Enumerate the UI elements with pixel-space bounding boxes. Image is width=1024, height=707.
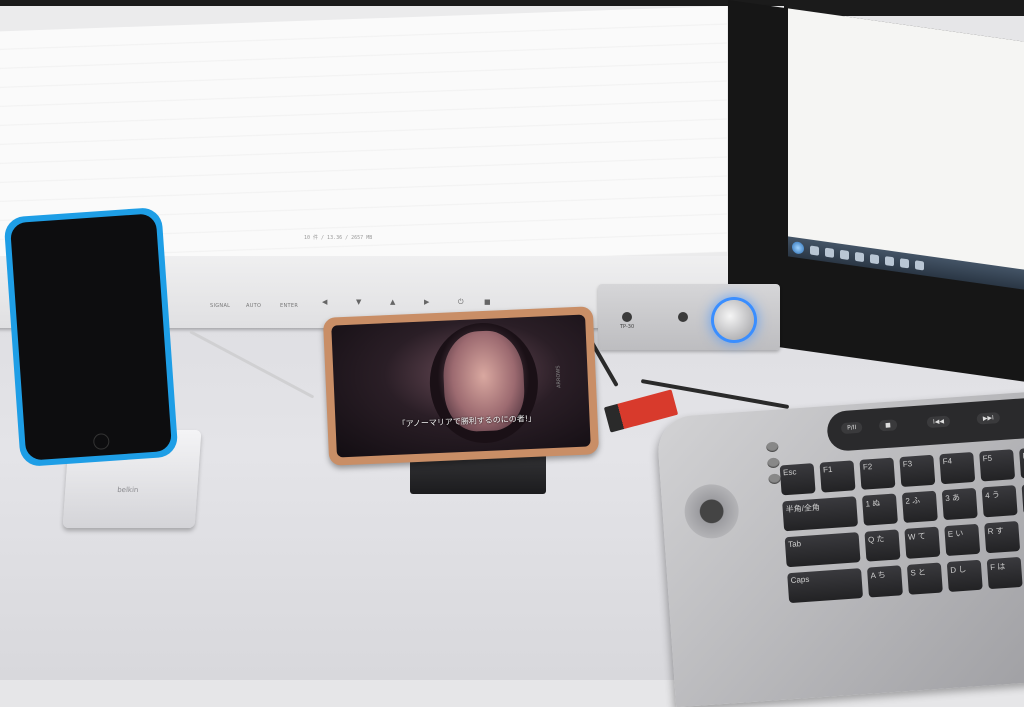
app-icon[interactable] xyxy=(870,253,879,264)
app-icon[interactable] xyxy=(855,251,864,262)
side-button[interactable] xyxy=(765,441,779,453)
video-player-screen: ARROWS 「アノーマリアで勝利するのにの者!」 xyxy=(331,314,591,458)
key[interactable]: F6 xyxy=(1019,446,1024,479)
key[interactable]: S と xyxy=(906,562,943,595)
monitor-down-arrow-icon[interactable]: ▼ xyxy=(356,298,361,306)
monitor-up-arrow-icon[interactable]: ▲ xyxy=(390,298,395,306)
start-orb-icon[interactable] xyxy=(792,240,804,255)
key[interactable]: F は xyxy=(986,556,1023,590)
key[interactable]: F4 xyxy=(939,451,976,485)
key[interactable]: F5 xyxy=(979,449,1016,482)
key[interactable]: E い xyxy=(944,523,981,557)
app-icon[interactable] xyxy=(900,257,909,268)
key[interactable]: Esc xyxy=(779,463,816,496)
key[interactable]: 4 う xyxy=(981,485,1018,518)
app-icon[interactable] xyxy=(915,259,924,271)
folder-icon[interactable] xyxy=(810,245,819,256)
key[interactable]: 1 ぬ xyxy=(861,493,898,526)
key[interactable]: 半角/全角 xyxy=(782,496,859,532)
play-pause-key[interactable]: P/II xyxy=(840,421,863,435)
landscape-phone: ARROWS 「アノーマリアで勝利するのにの者!」 xyxy=(322,306,600,466)
previous-track-key[interactable]: I◀◀ xyxy=(926,415,951,429)
left-monitor-status-text: 10 件 / 13.36 / 2657 MB xyxy=(304,235,373,241)
navigation-disc[interactable] xyxy=(682,482,741,541)
iphone xyxy=(3,206,179,468)
key[interactable]: Tab xyxy=(784,532,861,568)
desk-scene-photo: 10 件 / 13.36 / 2657 MB SIGNAL AUTO ENTER… xyxy=(0,0,1024,707)
next-track-key[interactable]: ▶▶I xyxy=(976,412,1001,425)
key[interactable]: F1 xyxy=(819,460,856,493)
key-grid: Esc F1 F2 F3 F4 F5 F6 F7 半角/全角 1 ぬ 2 ふ 3… xyxy=(779,441,1024,604)
keyboard: P/II ■ I◀◀ ▶▶I Esc F1 F2 F3 F4 F5 F6 F7 … xyxy=(656,388,1024,707)
browser-icon[interactable] xyxy=(825,247,834,258)
monitor-button-auto-label[interactable]: AUTO xyxy=(246,303,261,309)
headphone-amplifier: TP-30 xyxy=(598,284,780,350)
monitor-left-arrow-icon[interactable]: ◀ xyxy=(322,298,327,306)
key[interactable]: 3 あ xyxy=(941,487,978,521)
key[interactable]: Q た xyxy=(864,529,901,562)
amp-jack xyxy=(622,312,632,322)
monitor-power-icon[interactable]: ⏻ xyxy=(458,298,464,307)
app-icon[interactable] xyxy=(885,255,894,266)
dock-brand-label: belkin xyxy=(116,486,139,494)
monitor-button-enter-label[interactable]: ENTER xyxy=(280,303,298,309)
iphone-screen xyxy=(9,213,173,461)
phone-side-mark: ARROWS xyxy=(555,365,563,389)
monitor-button-signal-label[interactable]: SIGNAL xyxy=(210,303,230,309)
amp-label: TP-30 xyxy=(620,324,635,330)
stop-key[interactable]: ■ xyxy=(878,419,898,432)
key[interactable]: F3 xyxy=(899,454,936,488)
key[interactable]: W て xyxy=(904,526,941,559)
key[interactable]: A ち xyxy=(866,565,903,598)
side-button[interactable] xyxy=(767,457,780,469)
headphone-jack xyxy=(678,312,688,322)
side-button[interactable] xyxy=(768,473,781,485)
volume-knob[interactable] xyxy=(714,300,754,340)
monitor-stop-icon[interactable]: ■ xyxy=(484,298,491,306)
key[interactable]: R す xyxy=(984,520,1021,554)
monitor-right-arrow-icon[interactable]: ▶ xyxy=(424,298,429,306)
key[interactable]: F2 xyxy=(859,457,896,490)
key[interactable]: 2 ふ xyxy=(901,490,938,523)
home-button[interactable] xyxy=(92,432,110,451)
key[interactable]: D し xyxy=(946,559,983,592)
key[interactable]: Caps xyxy=(787,568,864,604)
app-icon[interactable] xyxy=(840,249,849,260)
